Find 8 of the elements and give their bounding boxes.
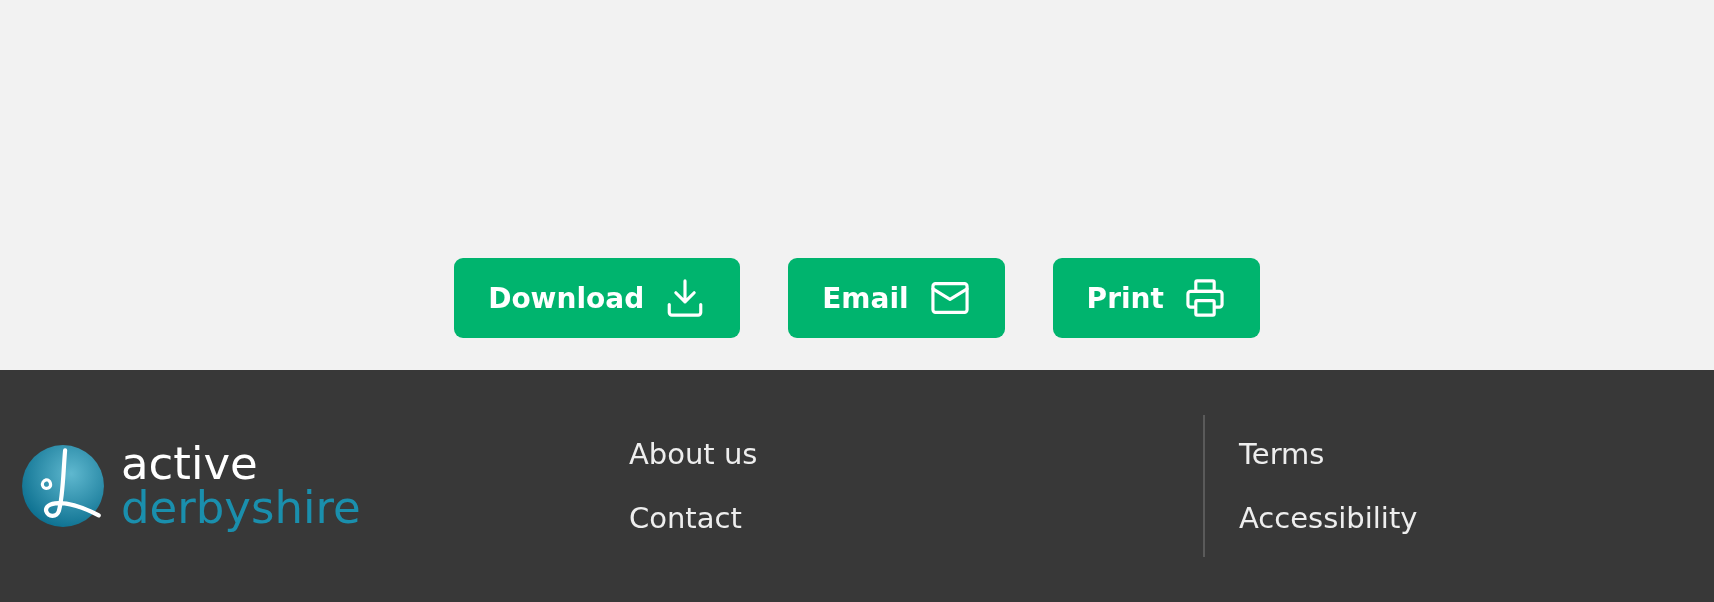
footer-link[interactable]: Terms bbox=[1239, 435, 1325, 473]
printer-icon bbox=[1183, 277, 1226, 319]
footer-link[interactable]: About us bbox=[629, 435, 758, 473]
logo-text: derbyshire bbox=[121, 486, 361, 530]
footer-link[interactable]: Accessibility bbox=[1239, 499, 1418, 537]
logo-icon bbox=[21, 444, 105, 528]
footer-link[interactable]: Contact bbox=[629, 499, 742, 537]
logo-text: active bbox=[121, 442, 258, 486]
